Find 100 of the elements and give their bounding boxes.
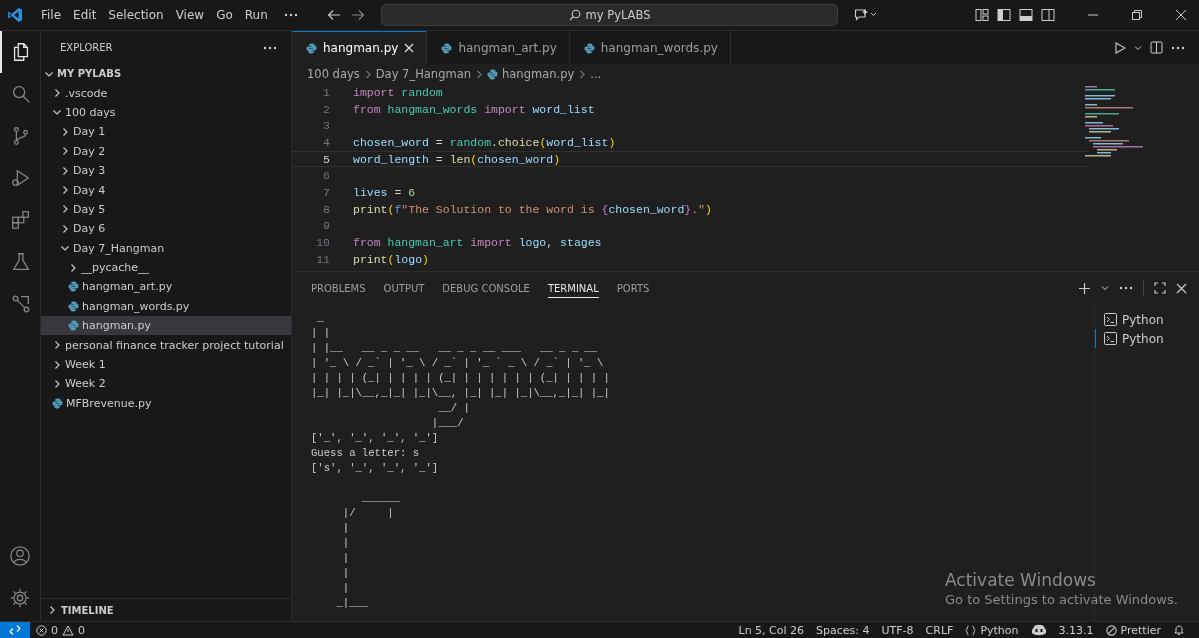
line-number: 10 <box>315 236 330 250</box>
app-logo-icon <box>7 7 23 23</box>
more-icon[interactable] <box>1119 286 1133 290</box>
tree-item[interactable]: 100 days <box>41 102 291 123</box>
line-number: 7 <box>322 185 330 199</box>
menu-item[interactable]: Selection <box>102 8 170 22</box>
tree-item[interactable]: __pycache__ <box>41 257 291 278</box>
tree-item[interactable]: MY PYLABS <box>41 64 291 84</box>
breadcrumb-item[interactable]: hangman.py <box>502 67 575 81</box>
editor-tab[interactable]: hangman_words.py <box>569 31 731 64</box>
terminal-session[interactable]: Python <box>1095 310 1195 329</box>
breadcrumb-item[interactable]: 100 days <box>307 67 360 81</box>
more-icon[interactable] <box>283 13 298 17</box>
layout-icon[interactable] <box>975 8 989 22</box>
editor-tab[interactable]: hangman.py <box>292 31 428 64</box>
panel-tab[interactable]: DEBUG CONSOLE <box>442 278 530 298</box>
back-arrow-icon[interactable] <box>327 9 341 21</box>
panel-toggle-icon[interactable] <box>1019 8 1033 22</box>
close-icon[interactable] <box>1176 282 1187 294</box>
flask-icon <box>10 251 32 273</box>
panel-tab[interactable]: OUTPUT <box>383 278 425 298</box>
breadcrumb-item[interactable]: Day 7_Hangman <box>375 67 471 81</box>
code-line: print(logo) <box>353 252 429 266</box>
tree-item[interactable]: Day 1 <box>41 122 291 142</box>
code-line: word_length = len(chosen_word) <box>353 152 561 166</box>
warning-icon <box>62 624 74 636</box>
tree-item[interactable]: hangman_art.py <box>41 277 291 297</box>
terminal-line: | <box>341 566 350 581</box>
problems-button[interactable]: 0 0 <box>36 623 85 637</box>
chevron-down-icon[interactable] <box>1134 43 1142 52</box>
language-button[interactable]: Python <box>965 623 1019 637</box>
tree-item[interactable]: Day 2 <box>41 141 291 161</box>
status-item[interactable]: 3.13.1 <box>1058 623 1094 637</box>
tree-item[interactable]: personal finance tracker project tutorial <box>41 335 291 355</box>
tree-item[interactable]: Day 3 <box>41 160 291 181</box>
status-item[interactable]: Ln 5, Col 26 <box>738 623 805 637</box>
panel-tab[interactable]: PROBLEMS <box>311 278 366 298</box>
chevron-down-icon[interactable] <box>1101 284 1109 292</box>
more-icon[interactable] <box>263 45 277 50</box>
secondary-sidebar-icon[interactable] <box>1041 8 1055 22</box>
python-file-icon <box>68 320 79 332</box>
settings-icon[interactable] <box>9 587 31 609</box>
more-icon[interactable] <box>1171 45 1185 50</box>
tree-item[interactable]: .vscode <box>41 83 291 103</box>
plus-icon[interactable] <box>1078 281 1091 295</box>
python-file-icon <box>52 397 63 409</box>
tree-item[interactable]: Day 4 <box>41 180 291 200</box>
tree-item[interactable]: Day 7_Hangman <box>41 238 291 258</box>
python-file-icon <box>487 68 498 80</box>
search-icon <box>10 83 32 105</box>
maximize-icon[interactable] <box>1154 282 1166 294</box>
menu-item[interactable]: Edit <box>67 8 103 22</box>
terminal-icon <box>1104 313 1117 326</box>
remote-button[interactable] <box>0 622 30 638</box>
tree-item[interactable]: hangman.py <box>41 316 291 336</box>
breadcrumb-item[interactable]: ... <box>590 67 602 81</box>
close-icon[interactable] <box>404 43 415 53</box>
terminal-line: | '_ \ / _` | '_ \ / _` | '_ ` _ \ / _` | '_ \ <box>311 356 604 371</box>
python-file-icon <box>441 42 453 54</box>
tree-item[interactable]: hangman_words.py <box>41 296 291 317</box>
terminal-line: | <box>341 551 350 566</box>
tree-item[interactable]: Day 6 <box>41 219 291 239</box>
menu-item[interactable]: File <box>35 8 68 22</box>
editor-tab[interactable]: hangman_art.py <box>427 31 570 64</box>
code-line: chosen_word = random.choice(word_list) <box>353 135 616 149</box>
restore-icon[interactable] <box>1131 9 1143 21</box>
run-icon[interactable] <box>1114 41 1126 54</box>
terminal-line: |/ | <box>341 506 394 521</box>
chat-sparkle-icon[interactable] <box>854 8 878 22</box>
extensions-icon <box>10 209 32 231</box>
python-file-icon <box>583 42 595 54</box>
tree-item[interactable]: Day 5 <box>41 199 291 220</box>
terminal-line: | <box>341 536 350 551</box>
menu-item[interactable]: View <box>169 8 211 22</box>
code-line: import random <box>353 85 443 99</box>
status-item[interactable]: Spaces: 4 <box>816 623 870 637</box>
tree-item[interactable]: Week 1 <box>41 354 291 375</box>
tree-item[interactable]: Week 2 <box>41 374 291 394</box>
chevron-right-icon <box>475 69 483 79</box>
tree-item[interactable]: MFBrevenue.py <box>41 393 291 414</box>
split-editor-icon[interactable] <box>1150 41 1163 54</box>
status-item[interactable]: CRLF <box>925 623 954 637</box>
minimap-drawing[interactable] <box>1085 86 1145 158</box>
copilot-icon[interactable] <box>1030 624 1047 636</box>
search-field[interactable]: my PyLABS <box>381 4 838 26</box>
panel-tab[interactable]: TERMINAL <box>547 278 599 298</box>
run-debug-icon <box>10 167 32 189</box>
terminal-session[interactable]: Python <box>1095 329 1195 348</box>
panel-tab[interactable]: PORTS <box>616 278 650 298</box>
sidebar-toggle-icon[interactable] <box>997 8 1011 22</box>
forward-arrow-icon[interactable] <box>351 9 365 21</box>
prettier-button[interactable]: Prettier <box>1105 623 1161 637</box>
close-icon[interactable] <box>1175 9 1187 21</box>
line-number: 9 <box>322 219 330 233</box>
bell-icon[interactable] <box>1173 624 1185 636</box>
menu-item[interactable]: Run <box>238 8 274 22</box>
status-item[interactable]: UTF-8 <box>881 623 914 637</box>
terminal-line: __/ | <box>437 401 470 416</box>
account-icon[interactable] <box>9 545 31 567</box>
menu-item[interactable]: Go <box>210 8 239 22</box>
